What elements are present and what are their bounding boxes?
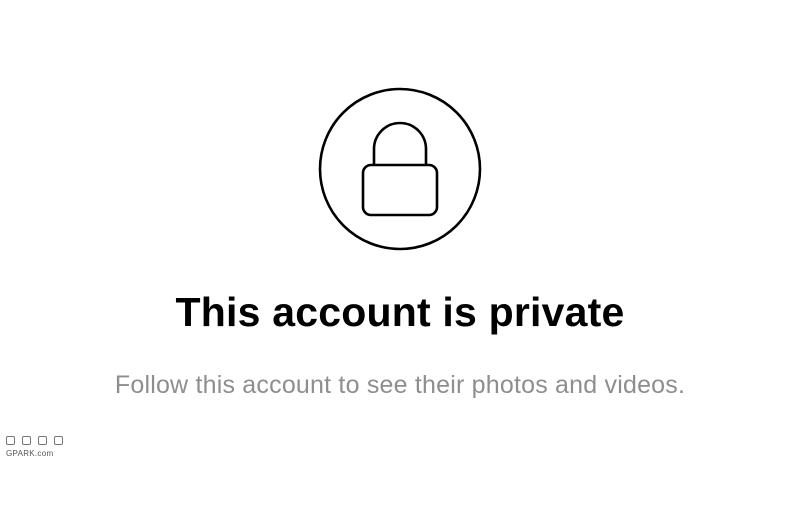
watermark-glyph [54,436,63,445]
watermark-glyph [22,436,31,445]
private-account-title: This account is private [175,289,625,335]
watermark-logo [6,436,76,448]
lock-icon [318,87,482,251]
watermark-glyph [6,436,15,445]
watermark: GPARK.com [6,436,76,462]
private-account-message: Follow this account to see their photos … [114,371,686,399]
watermark-glyph [38,436,47,445]
watermark-text: GPARK.com [6,449,54,458]
